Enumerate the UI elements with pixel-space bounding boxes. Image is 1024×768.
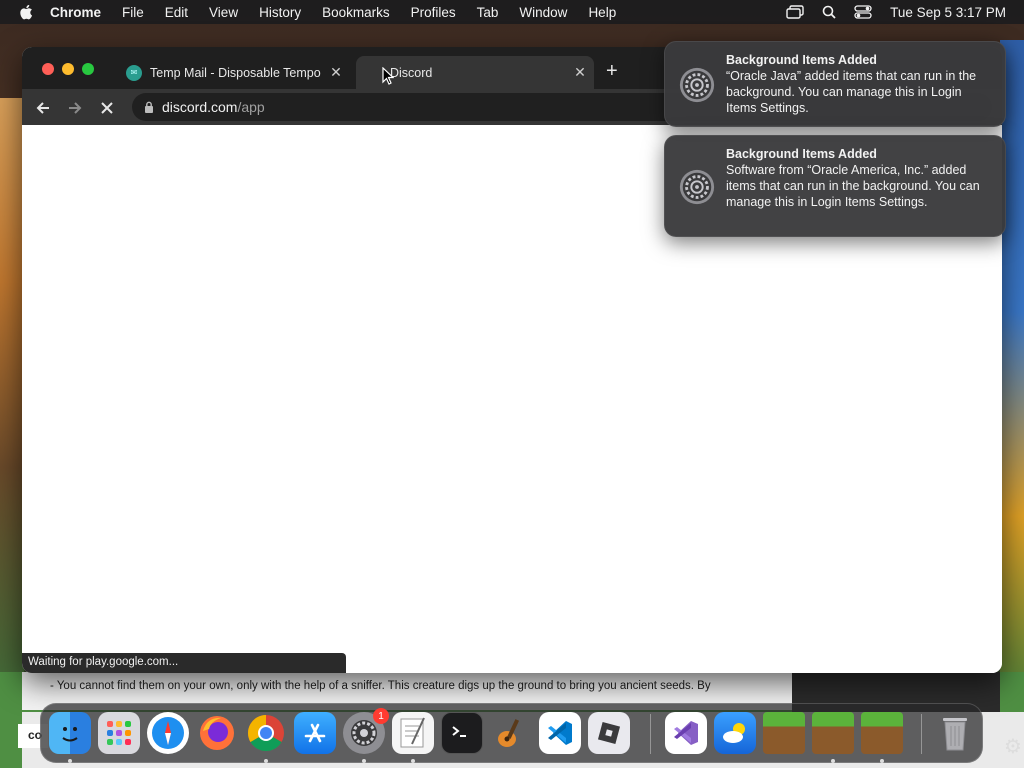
vscode-icon[interactable] xyxy=(539,712,581,754)
search-icon[interactable] xyxy=(822,5,836,19)
running-indicator xyxy=(362,759,366,763)
forward-button[interactable] xyxy=(64,97,86,119)
safari-icon[interactable] xyxy=(147,712,189,754)
dock: 1 xyxy=(40,703,983,763)
close-tab-icon[interactable]: ✕ xyxy=(328,64,344,81)
temp-mail-favicon-icon: ✉ xyxy=(126,64,142,81)
menu-history[interactable]: History xyxy=(259,5,301,20)
menu-help[interactable]: Help xyxy=(588,5,616,20)
new-tab-button[interactable]: + xyxy=(606,61,618,81)
dock-separator xyxy=(921,714,922,754)
running-indicator xyxy=(880,759,884,763)
notification-body: “Oracle Java” added items that can run i… xyxy=(726,69,977,115)
notification-text: Background Items Added “Oracle Java” add… xyxy=(726,52,994,116)
back-button[interactable] xyxy=(32,97,54,119)
firefox-icon[interactable] xyxy=(196,712,238,754)
status-bubble: Waiting for play.google.com... xyxy=(22,653,346,673)
menu-edit[interactable]: Edit xyxy=(165,5,188,20)
lock-icon[interactable] xyxy=(144,101,154,113)
notification-badge: 1 xyxy=(373,708,389,724)
chrome-icon[interactable] xyxy=(245,712,287,754)
menu-window[interactable]: Window xyxy=(519,5,567,20)
system-settings-icon xyxy=(679,169,715,205)
textedit-icon[interactable] xyxy=(392,712,434,754)
system-settings-icon xyxy=(679,67,715,103)
running-indicator xyxy=(264,759,268,763)
mouse-cursor-icon xyxy=(382,67,394,85)
finder-icon[interactable] xyxy=(49,712,91,754)
menu-bar-clock[interactable]: Tue Sep 5 3:17 PM xyxy=(890,5,1006,20)
tab-title: Temp Mail - Disposable Tempo xyxy=(150,65,321,80)
notification-body: Software from “Oracle America, Inc.” add… xyxy=(726,163,980,209)
weather-icon[interactable] xyxy=(714,712,756,754)
garageband-icon[interactable] xyxy=(490,712,532,754)
running-indicator xyxy=(831,759,835,763)
url-path: /app xyxy=(237,99,265,115)
running-indicator xyxy=(68,759,72,763)
arrow-left-icon xyxy=(36,102,49,114)
arrow-right-icon xyxy=(69,102,82,114)
tab-temp-mail[interactable]: ✉ Temp Mail - Disposable Tempo ✕ xyxy=(116,56,350,89)
close-icon xyxy=(101,102,113,114)
minecraft-icon[interactable] xyxy=(763,712,805,754)
running-indicator xyxy=(411,759,415,763)
menu-bar-status: Tue Sep 5 3:17 PM xyxy=(786,0,1006,24)
notification-title: Background Items Added xyxy=(726,147,877,161)
dock-separator xyxy=(650,714,651,754)
launchpad-icon[interactable] xyxy=(98,712,140,754)
app-store-icon[interactable] xyxy=(294,712,336,754)
menu-tab[interactable]: Tab xyxy=(477,5,499,20)
menu-bookmarks[interactable]: Bookmarks xyxy=(322,5,390,20)
stop-loading-button[interactable] xyxy=(96,97,118,119)
control-center-icon[interactable] xyxy=(854,5,872,19)
menu-app-name[interactable]: Chrome xyxy=(50,5,101,20)
url-host: discord.com xyxy=(162,99,238,115)
notification-oracle-java[interactable]: Background Items Added “Oracle Java” add… xyxy=(664,41,1006,127)
notification-oracle-america[interactable]: Background Items Added Software from “Or… xyxy=(664,135,1006,237)
close-window-button[interactable] xyxy=(42,63,54,75)
roblox-icon[interactable] xyxy=(588,712,630,754)
minecraft-icon[interactable] xyxy=(861,712,903,754)
minimize-window-button[interactable] xyxy=(62,63,74,75)
visual-studio-icon[interactable] xyxy=(665,712,707,754)
screen-mirroring-icon[interactable] xyxy=(786,5,804,19)
notification-text: Background Items Added Software from “Or… xyxy=(726,146,994,210)
menu-view[interactable]: View xyxy=(209,5,238,20)
notification-title: Background Items Added xyxy=(726,53,877,67)
zoom-window-button[interactable] xyxy=(82,63,94,75)
gear-icon: ⚙ xyxy=(1004,736,1022,758)
terminal-icon[interactable] xyxy=(441,712,483,754)
close-tab-icon[interactable]: ✕ xyxy=(572,64,588,81)
system-settings-icon[interactable]: 1 xyxy=(343,708,389,754)
menu-bar: Chrome File Edit View History Bookmarks … xyxy=(0,0,1024,24)
background-window-left xyxy=(0,98,24,713)
menu-file[interactable]: File xyxy=(122,5,144,20)
minecraft-icon[interactable] xyxy=(812,712,854,754)
menu-profiles[interactable]: Profiles xyxy=(411,5,456,20)
apple-icon[interactable] xyxy=(18,3,36,21)
trash-icon[interactable] xyxy=(934,712,976,754)
